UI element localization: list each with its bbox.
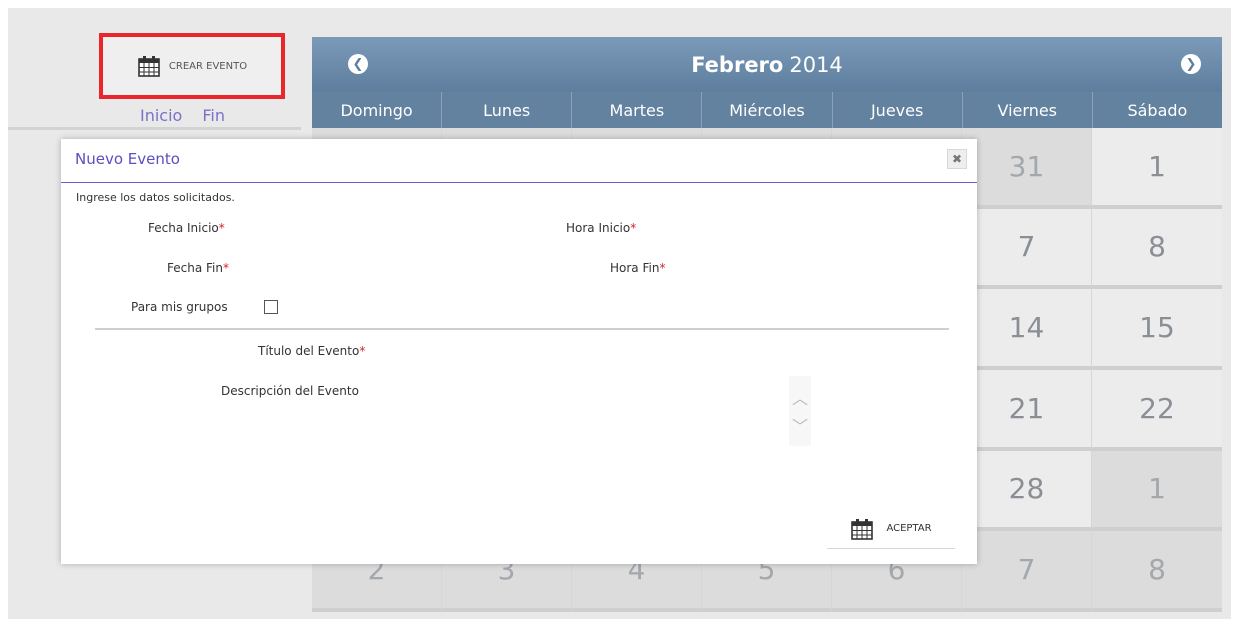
new-event-dialog: Nuevo Evento ✖ Ingrese los datos solicit… <box>61 139 977 564</box>
close-icon[interactable]: ✖ <box>947 149 967 169</box>
calendar-header: ❮ Febrero 2014 ❯ <box>312 37 1222 92</box>
required-mark: * <box>659 261 666 275</box>
day-cell[interactable]: 22 <box>1092 369 1222 451</box>
end-time-label-text: Hora Fin <box>610 261 660 275</box>
day-cell[interactable]: 1 <box>1092 450 1222 532</box>
day-cell[interactable]: 8 <box>1092 531 1222 612</box>
my-groups-checkbox[interactable] <box>264 300 278 314</box>
my-groups-label: Para mis grupos <box>131 300 228 314</box>
weekday-sunday: Domingo <box>312 92 443 128</box>
required-mark: * <box>359 344 366 358</box>
calendar-icon <box>137 54 161 78</box>
day-cell[interactable]: 1 <box>1092 128 1222 209</box>
day-cell[interactable]: 14 <box>962 289 1092 370</box>
day-cell[interactable]: 31 <box>962 128 1092 209</box>
required-mark: * <box>222 261 229 275</box>
weekday-wednesday: Miércoles <box>702 92 833 128</box>
start-time-label-text: Hora Inicio <box>566 221 631 235</box>
dialog-title-divider <box>61 182 977 183</box>
end-date-label-text: Fecha Fin <box>167 261 223 275</box>
start-date-label-text: Fecha Inicio <box>148 221 219 235</box>
day-cell[interactable]: 28 <box>962 450 1092 532</box>
event-title-label-text: Título del Evento <box>258 344 360 358</box>
day-cell[interactable]: 15 <box>1092 289 1222 370</box>
calendar-year: 2014 <box>789 52 843 77</box>
required-mark: * <box>218 221 225 235</box>
left-divider <box>8 127 301 130</box>
date-filter-links: Inicio Fin <box>140 106 225 125</box>
calendar-month: Febrero <box>691 52 784 77</box>
weekday-friday: Viernes <box>963 92 1093 128</box>
scroll-down-icon[interactable]: ﹀ <box>789 414 811 436</box>
create-event-label: CREAR EVENTO <box>168 60 248 72</box>
accept-button[interactable]: ACEPTAR <box>827 509 955 549</box>
event-title-label: Título del Evento* <box>258 344 365 358</box>
chevron-right-circle-icon[interactable]: ❯ <box>1181 54 1201 74</box>
end-time-label: Hora Fin* <box>610 261 665 275</box>
calendar-icon <box>850 517 874 541</box>
required-mark: * <box>630 221 637 235</box>
day-cell[interactable]: 7 <box>962 531 1092 612</box>
day-cell[interactable]: 7 <box>962 208 1092 290</box>
weekday-header-row: Domingo Lunes Martes Miércoles Jueves Vi… <box>312 92 1222 128</box>
day-cell[interactable]: 8 <box>1092 208 1222 290</box>
weekday-thursday: Jueves <box>833 92 963 128</box>
start-date-label: Fecha Inicio* <box>148 221 225 235</box>
dialog-instructions: Ingrese los datos solicitados. <box>76 191 235 204</box>
weekday-saturday: Sábado <box>1127 100 1188 120</box>
event-description-label: Descripción del Evento <box>221 384 359 398</box>
scroll-up-icon[interactable]: ︿ <box>789 386 811 408</box>
dialog-title: Nuevo Evento <box>75 150 180 168</box>
start-time-label: Hora Inicio* <box>566 221 636 235</box>
calendar-title: Febrero 2014 <box>312 37 1222 92</box>
weekday-monday: Lunes <box>442 92 573 128</box>
accept-label: ACEPTAR <box>886 523 932 534</box>
end-date-label: Fecha Fin* <box>167 261 229 275</box>
create-event-button[interactable]: CREAR EVENTO <box>99 33 285 99</box>
end-link[interactable]: Fin <box>202 106 225 125</box>
weekday-tuesday: Martes <box>572 92 703 128</box>
dialog-divider <box>95 328 949 330</box>
start-link[interactable]: Inicio <box>140 106 182 125</box>
day-cell[interactable]: 21 <box>962 369 1092 451</box>
